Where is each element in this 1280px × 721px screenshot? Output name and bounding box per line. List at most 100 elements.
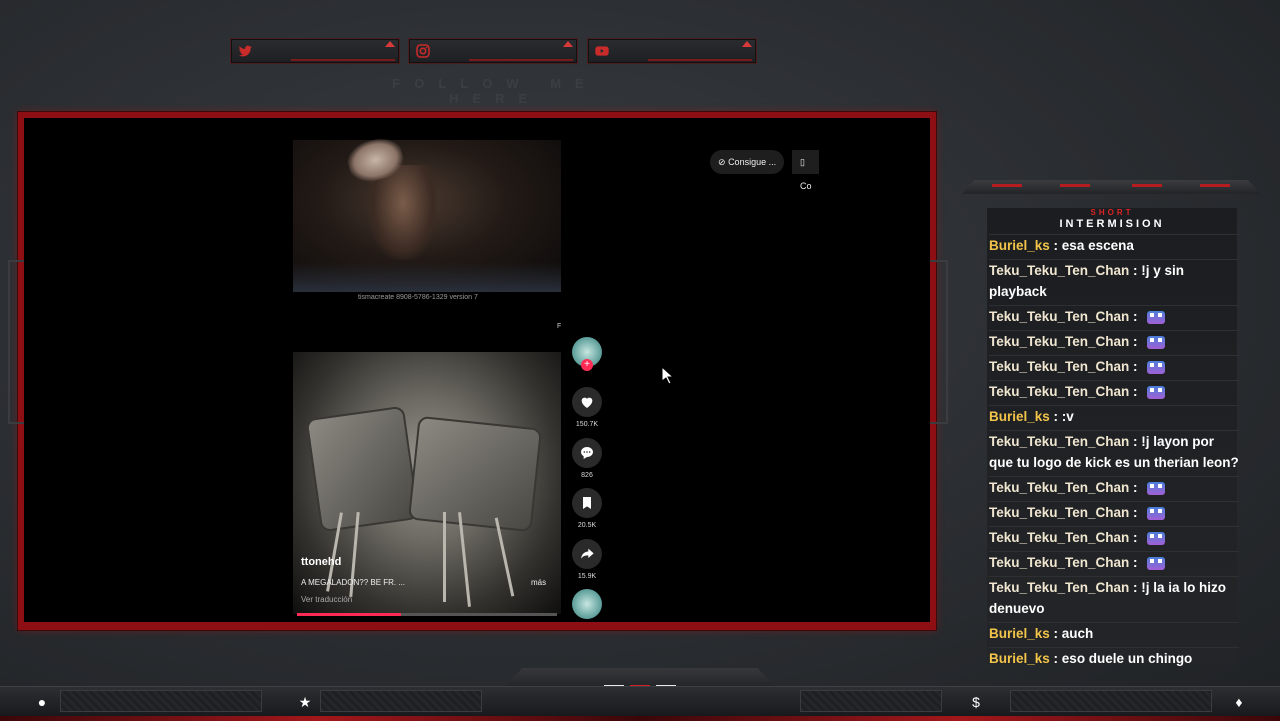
video-description: A MEGALADON?? BE FR. ... [301, 578, 406, 587]
more-link[interactable]: más [531, 578, 546, 587]
chat-username[interactable]: Teku_Teku_Ten_Chan [989, 384, 1129, 399]
chat-text: auch [1061, 626, 1094, 641]
wire [458, 512, 471, 607]
chat-separator: : [1049, 238, 1062, 253]
chat-username[interactable]: Buriel_ks [989, 238, 1050, 253]
translate-link[interactable]: Ver traducción [301, 595, 352, 604]
chat-emote-icon [1147, 310, 1166, 324]
chat-message: Teku_Teku_Ten_Chan : [989, 305, 1239, 327]
twitter-bar[interactable] [230, 38, 400, 64]
chat-separator: : [1129, 434, 1142, 449]
share-button[interactable]: 15.9K [571, 539, 603, 580]
chat-separator: : [1049, 409, 1062, 424]
chat-message: Teku_Teku_Ten_Chan : [989, 551, 1239, 573]
chat-message: Buriel_ks : :v [989, 405, 1239, 427]
chat-username[interactable]: Teku_Teku_Ten_Chan [989, 359, 1129, 374]
chat-separator: : [1049, 626, 1062, 641]
chat-header: SHORT INTERMISION [987, 208, 1237, 234]
chat-emote-icon [1147, 385, 1166, 399]
mouse-cursor-icon [661, 366, 673, 384]
device-button[interactable]: ▯ Co [792, 150, 819, 191]
phone-icon: ▯ [800, 157, 805, 167]
chat-title-small: SHORT [1090, 208, 1134, 217]
save-button[interactable]: 20.5K [571, 488, 603, 529]
chat-emote-icon [1147, 531, 1166, 545]
chat-message: Teku_Teku_Ten_Chan : [989, 501, 1239, 523]
desk-area [293, 262, 561, 292]
chat-separator: : [1129, 334, 1142, 349]
chat-message: Teku_Teku_Ten_Chan : [989, 330, 1239, 352]
instagram-bar[interactable] [408, 38, 578, 64]
chat-username[interactable]: Teku_Teku_Ten_Chan [989, 505, 1129, 520]
follow-heading: FOLLOW ME HERE [392, 76, 598, 106]
block-shape [305, 405, 420, 533]
chat-emote-icon [1147, 556, 1166, 570]
bookmark-icon [583, 497, 591, 509]
instagram-icon [416, 44, 430, 58]
youtube-bar[interactable] [587, 38, 757, 64]
avatar: + [572, 337, 602, 371]
like-button[interactable]: 150.7K [571, 387, 603, 428]
chat-message: Buriel_ks : auch [989, 622, 1239, 644]
wire [443, 512, 446, 602]
chat-username[interactable]: Teku_Teku_Ten_Chan [989, 530, 1129, 545]
bar-notch [385, 41, 395, 47]
chat-username[interactable]: Teku_Teku_Ten_Chan [989, 334, 1129, 349]
share-icon [581, 548, 594, 559]
chat-username[interactable]: Teku_Teku_Ten_Chan [989, 434, 1129, 449]
chat-emote-icon [1147, 506, 1166, 520]
bar-notch [563, 41, 573, 47]
bottom-panel-left [60, 690, 262, 712]
bottom-panel-right [1010, 690, 1212, 712]
twitter-icon [238, 45, 252, 57]
link-icon: ⊘ [718, 157, 726, 167]
bottom-panel-midright [800, 690, 942, 712]
sound-avatar[interactable] [571, 589, 603, 619]
chat-username[interactable]: Buriel_ks [989, 409, 1050, 424]
chat-message: Teku_Teku_Ten_Chan : !j la ia lo hizo de… [989, 576, 1239, 619]
tiktok-video[interactable] [293, 352, 561, 614]
video-preview-top[interactable] [293, 133, 561, 292]
chat-text: :v [1061, 409, 1074, 424]
video-author[interactable]: ttonehd [301, 556, 341, 568]
chat-separator: : [1129, 555, 1142, 570]
chat-message: Teku_Teku_Ten_Chan : !j layon por que tu… [989, 430, 1239, 473]
chat-username[interactable]: Teku_Teku_Ten_Chan [989, 480, 1129, 495]
chat-title: INTERMISION [1059, 218, 1165, 230]
chat-text: esa escena [1061, 238, 1134, 253]
video-progress-fill [297, 613, 401, 616]
chat-username[interactable]: Teku_Teku_Ten_Chan [989, 263, 1129, 278]
chat-separator: : [1049, 651, 1062, 666]
chat-username[interactable]: Buriel_ks [989, 626, 1050, 641]
comment-button[interactable]: 826 [571, 438, 603, 479]
chat-emote-icon [1147, 360, 1166, 374]
chat-separator: : [1129, 309, 1142, 324]
chat-separator: : [1129, 384, 1142, 399]
save-count: 20.5K [577, 522, 597, 529]
get-app-label: Consigue ... [728, 157, 777, 167]
chat-username[interactable]: Teku_Teku_Ten_Chan [989, 309, 1129, 324]
chat-emote-icon [1147, 481, 1166, 495]
bottom-panel-midleft [320, 690, 482, 712]
sound-disc [572, 589, 602, 619]
chat-message: Buriel_ks : eso duele un chingo [989, 647, 1239, 669]
chat-message: Teku_Teku_Ten_Chan : [989, 380, 1239, 402]
comment-icon [581, 447, 593, 459]
block-shape [407, 415, 543, 533]
comment-count: 826 [581, 472, 593, 479]
chat-username[interactable]: Teku_Teku_Ten_Chan [989, 555, 1129, 570]
profile-avatar[interactable]: + [571, 337, 603, 371]
chat-message: Teku_Teku_Ten_Chan : [989, 355, 1239, 377]
video-caption: tismacreate 8908-5786-1329 version 7 [358, 294, 478, 301]
video-progress[interactable] [297, 613, 557, 616]
youtube-icon [595, 46, 609, 56]
chat-separator: : [1129, 580, 1142, 595]
dollar-icon: $ [972, 694, 980, 710]
chat-text: eso duele un chingo [1061, 651, 1193, 666]
star-icon: ★ [298, 694, 312, 710]
follow-plus-icon[interactable]: + [581, 359, 593, 371]
chat-separator: : [1129, 530, 1142, 545]
get-app-button[interactable]: ⊘ Consigue ... [710, 150, 785, 174]
chat-username[interactable]: Buriel_ks [989, 651, 1050, 666]
chat-username[interactable]: Teku_Teku_Ten_Chan [989, 580, 1129, 595]
